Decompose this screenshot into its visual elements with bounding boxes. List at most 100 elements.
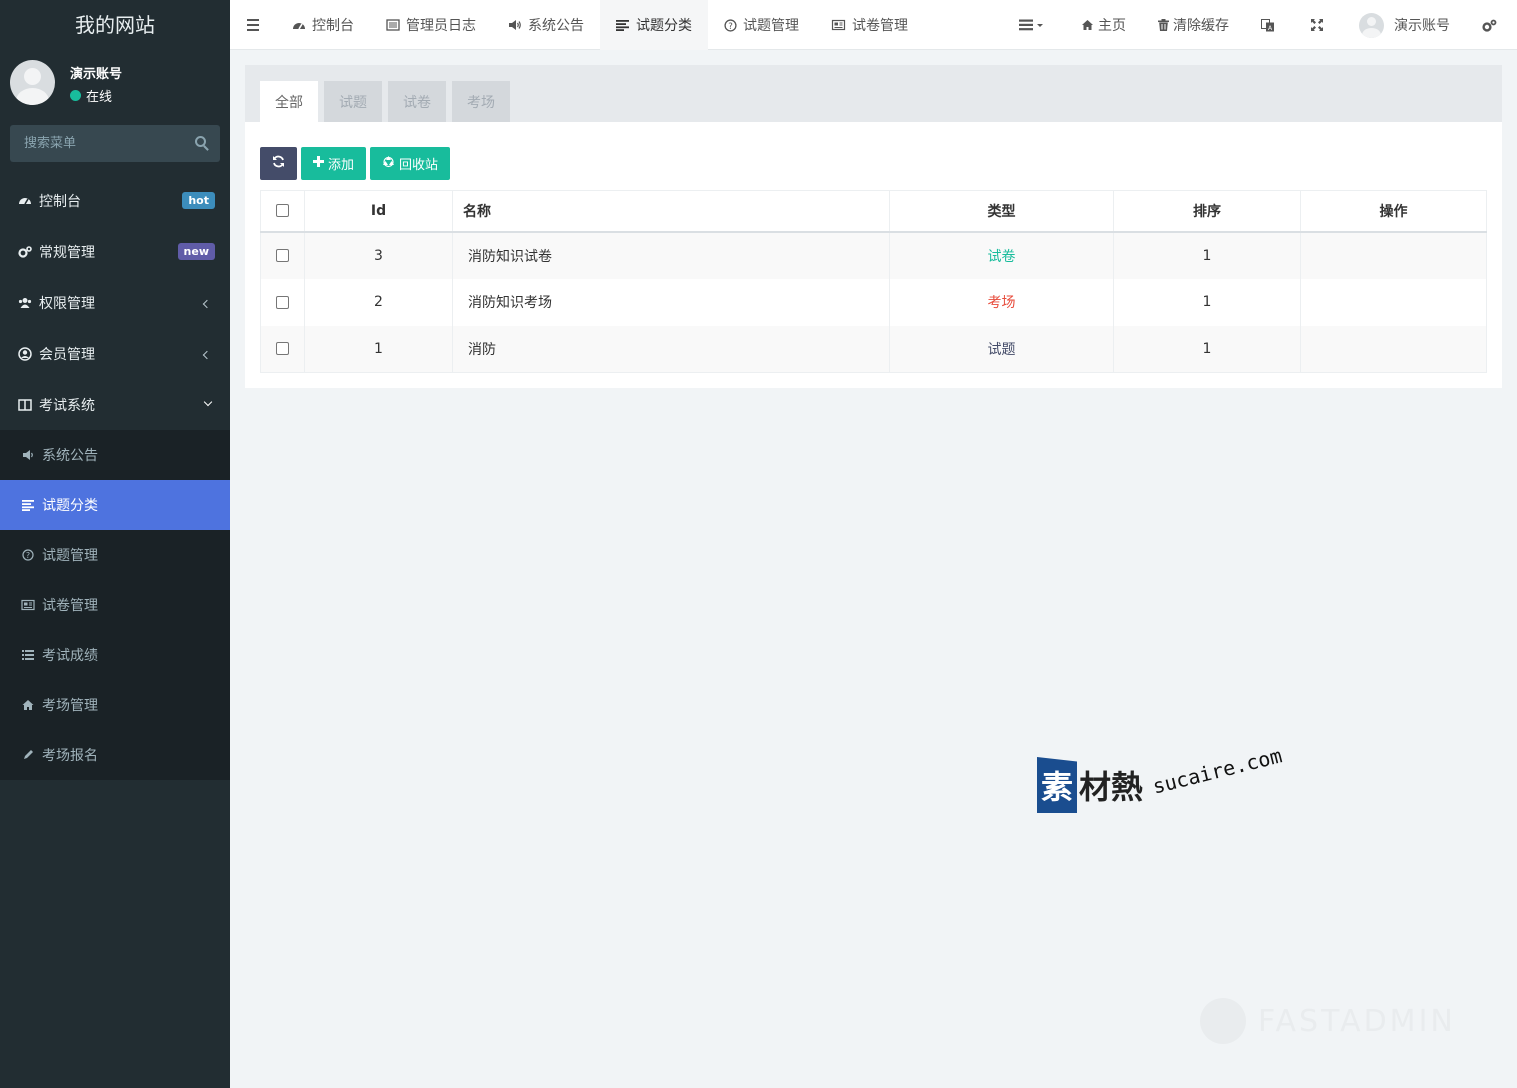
fullscreen-button[interactable]	[1295, 0, 1343, 50]
cell-type[interactable]: 考场	[889, 278, 1114, 326]
search-input[interactable]	[10, 125, 220, 162]
cell-name: 消防知识考场	[452, 278, 890, 326]
clear-cache-label: 清除缓存	[1173, 18, 1229, 34]
home-link[interactable]: 主页	[1065, 0, 1142, 50]
sidebar-item-dashboard[interactable]: 控制台 hot	[0, 175, 230, 226]
row-checkbox[interactable]	[276, 295, 289, 309]
column-header-type[interactable]: 类型	[889, 190, 1114, 233]
cell-type[interactable]: 试题	[889, 325, 1114, 373]
column-header-id[interactable]: Id	[304, 190, 453, 233]
fullscreen-icon	[1311, 19, 1323, 31]
table-row[interactable]: 2 消防知识考场 考场 1	[260, 278, 1487, 326]
add-button[interactable]: 添加	[301, 147, 367, 180]
cogs-icon	[1482, 19, 1497, 32]
user-name: 演示账号	[70, 67, 123, 82]
tab-room[interactable]: 考场	[452, 81, 510, 122]
settings-button[interactable]	[1466, 0, 1517, 50]
tab-paper-manage[interactable]: 试卷管理	[815, 0, 924, 50]
cell-id: 2	[304, 278, 453, 326]
tab-question[interactable]: 试题	[324, 81, 382, 122]
select-all-checkbox[interactable]	[276, 204, 289, 218]
category-table: Id 名称 类型 排序 操作 3 消防知识试卷 试卷 1 2 消防知识考场 考场	[260, 190, 1487, 373]
newspaper-icon	[21, 598, 35, 612]
sidebar-item-permission[interactable]: 权限管理	[0, 277, 230, 328]
sidebar-item-exam-system[interactable]: 考试系统	[0, 379, 230, 430]
user-menu[interactable]: 演示账号	[1343, 0, 1466, 50]
nav-user-name: 演示账号	[1394, 18, 1450, 34]
clear-cache-button[interactable]: 清除缓存	[1142, 0, 1245, 50]
tab-announcement[interactable]: 系统公告	[492, 0, 600, 50]
hot-badge: hot	[182, 192, 215, 209]
tab-admin-log[interactable]: 管理员日志	[370, 0, 492, 50]
tab-dashboard[interactable]: 控制台	[276, 0, 370, 50]
search-icon[interactable]	[195, 136, 206, 147]
sidebar: 我的网站 演示账号 在线 控制台 hot 常规管理 new	[0, 0, 230, 1088]
sidebar-item-question-category[interactable]: 试题分类	[0, 480, 230, 530]
user-status: 在线	[70, 86, 112, 105]
tab-label: 管理员日志	[406, 18, 476, 34]
cell-sort: 1	[1113, 325, 1301, 373]
home-label: 主页	[1098, 18, 1126, 34]
table-row[interactable]: 1 消防 试题 1	[260, 325, 1487, 373]
plus-icon	[313, 156, 324, 171]
tab-all[interactable]: 全部	[260, 81, 318, 122]
sidebar-item-member[interactable]: 会员管理	[0, 328, 230, 379]
sidebar-item-room-signup[interactable]: 考场报名	[0, 730, 230, 780]
question-circle-icon: ?	[21, 548, 35, 562]
fastadmin-brand: FASTADMIN	[1258, 1003, 1456, 1039]
sucaire-watermark: 素 材熱 sucaire.com	[1037, 743, 1287, 817]
column-header-name[interactable]: 名称	[452, 190, 890, 233]
home-icon	[21, 698, 35, 712]
fastadmin-watermark: FASTADMIN	[1200, 998, 1456, 1044]
tab-label: 控制台	[312, 18, 354, 34]
recycle-icon	[382, 155, 395, 172]
sidebar-item-exam-score[interactable]: 考试成绩	[0, 630, 230, 680]
sidebar-item-label: 权限管理	[39, 295, 95, 312]
site-title[interactable]: 我的网站	[0, 0, 230, 50]
trash-icon	[1158, 19, 1169, 31]
sidebar-item-label: 控制台	[39, 193, 81, 210]
bolt-icon	[1200, 998, 1246, 1044]
dashboard-icon	[18, 194, 32, 208]
sidebar-item-label: 试卷管理	[42, 598, 98, 614]
row-checkbox[interactable]	[276, 342, 289, 356]
table-row[interactable]: 3 消防知识试卷 试卷 1	[260, 231, 1487, 279]
sidebar-item-label: 试题管理	[42, 548, 98, 564]
nav-tabs: 控制台 管理员日志 系统公告 试题分类 ? 试题管理 试卷管理	[276, 0, 924, 50]
sidebar-item-room-manage[interactable]: 考场管理	[0, 680, 230, 730]
table-header-row: Id 名称 类型 排序 操作	[260, 190, 1487, 233]
recycle-bin-button[interactable]: 回收站	[370, 147, 451, 180]
svg-text:?: ?	[728, 21, 733, 31]
sidebar-item-label: 会员管理	[39, 346, 95, 363]
tab-question-manage[interactable]: ? 试题管理	[708, 0, 815, 50]
online-dot-icon	[70, 90, 81, 101]
row-checkbox[interactable]	[276, 249, 289, 262]
avatar	[1359, 12, 1384, 38]
cell-type[interactable]: 试卷	[889, 231, 1114, 279]
cell-operate	[1300, 278, 1487, 326]
sidebar-item-label: 考场报名	[42, 748, 98, 764]
sidebar-item-general[interactable]: 常规管理 new	[0, 226, 230, 277]
cogs-icon	[18, 245, 32, 259]
sidebar-item-question-manage[interactable]: ? 试题管理	[0, 530, 230, 580]
watermark-logo-rest: 材熱	[1079, 768, 1144, 806]
column-header-sort[interactable]: 排序	[1113, 190, 1301, 233]
navbar-right: 主页 清除缓存 A 演示账号	[1003, 0, 1517, 50]
chevron-down-icon	[203, 397, 213, 407]
tab-paper[interactable]: 试卷	[388, 81, 446, 122]
sidebar-menu: 控制台 hot 常规管理 new 权限管理 会员管理 考试系统 系统公告 试题分…	[0, 175, 230, 780]
watermark-logo-first: 素	[1037, 757, 1077, 813]
refresh-button[interactable]	[260, 147, 297, 180]
user-circle-icon	[18, 346, 32, 361]
sidebar-item-announcement[interactable]: 系统公告	[0, 430, 230, 480]
bullhorn-icon	[508, 19, 522, 31]
tab-dropdown-button[interactable]	[1003, 0, 1065, 50]
language-button[interactable]: A	[1245, 0, 1295, 50]
cell-sort: 1	[1113, 278, 1301, 326]
sidebar-item-paper-manage[interactable]: 试卷管理	[0, 580, 230, 630]
pencil-icon	[21, 748, 35, 762]
cell-operate	[1300, 325, 1487, 373]
sidebar-toggle-icon[interactable]	[247, 19, 259, 31]
refresh-icon	[272, 155, 285, 172]
tab-question-category[interactable]: 试题分类	[600, 0, 708, 50]
